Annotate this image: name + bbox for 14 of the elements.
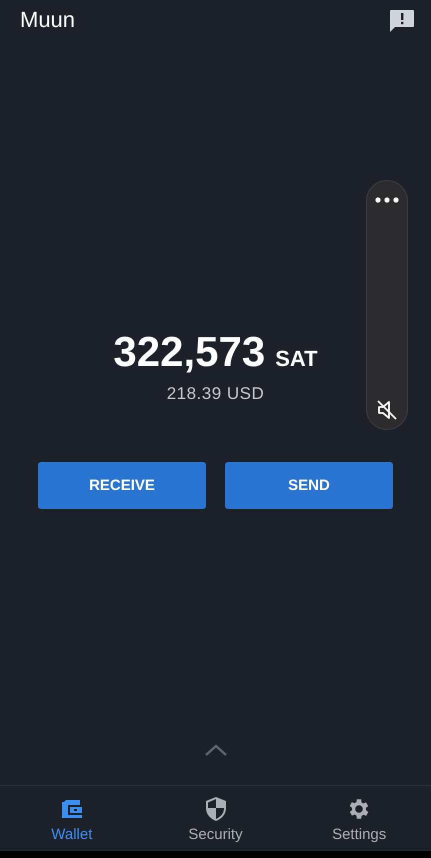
nav-tab[interactable]: Security xyxy=(144,786,288,851)
send-button[interactable]: SEND xyxy=(225,462,393,509)
shield-icon xyxy=(204,796,228,822)
mute-icon[interactable] xyxy=(376,399,398,421)
nav-tab[interactable]: Settings xyxy=(287,786,431,851)
app-title: Muun xyxy=(20,6,76,34)
balance-amount: 322,573 xyxy=(113,328,266,376)
chevron-up-icon[interactable] xyxy=(204,743,228,757)
nav-tab[interactable]: Wallet xyxy=(0,786,144,851)
feedback-icon[interactable] xyxy=(389,9,415,33)
more-icon[interactable] xyxy=(375,197,399,203)
receive-button[interactable]: RECEIVE xyxy=(38,462,206,509)
fiat-balance: 218.39 USD xyxy=(166,384,264,404)
balance-unit: SAT xyxy=(275,346,318,372)
